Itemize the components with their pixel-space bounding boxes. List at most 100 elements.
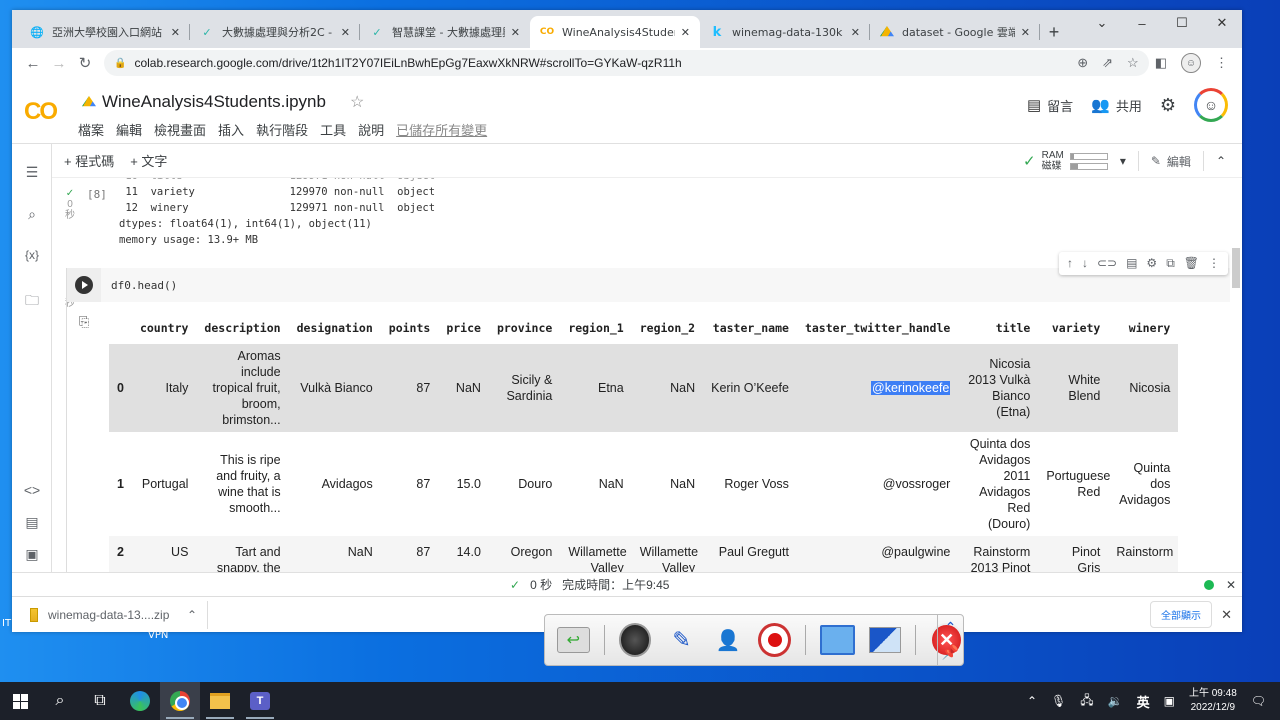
monitor-select-icon[interactable] — [868, 627, 902, 653]
variables-icon[interactable]: {x} — [22, 248, 42, 262]
move-up-icon[interactable]: ↑ — [1067, 256, 1073, 271]
share-page-icon[interactable]: ⇗ — [1102, 55, 1113, 71]
record-icon[interactable] — [758, 623, 792, 657]
menu-runtime[interactable]: 執行階段 — [256, 120, 308, 139]
zoom-icon[interactable]: ⊕ — [1077, 55, 1088, 71]
volume-icon[interactable]: 🔉 — [1108, 694, 1123, 708]
browser-tab-active[interactable]: CO WineAnalysis4Students ✕ — [530, 16, 700, 48]
chevron-up-icon[interactable]: ⌃ — [187, 608, 197, 622]
run-cell-button[interactable] — [67, 268, 101, 302]
code-snippets-icon[interactable]: <> — [22, 482, 42, 498]
download-item[interactable]: winemag-data-13....zip ⌃ — [12, 600, 208, 629]
file-explorer-icon[interactable] — [200, 682, 240, 720]
fullscreen-capture-icon[interactable] — [820, 625, 855, 655]
saved-status[interactable]: 已儲存所有變更 — [396, 120, 487, 139]
close-tab-icon[interactable]: ✕ — [681, 26, 690, 39]
edit-button[interactable]: ✎ 編輯 — [1151, 153, 1191, 170]
webcam-icon[interactable] — [618, 623, 652, 657]
back-icon[interactable]: ← — [20, 55, 46, 72]
start-button[interactable] — [0, 682, 40, 720]
menu-help[interactable]: 說明 — [358, 120, 384, 139]
runtime-dropdown-icon[interactable]: ▾ — [1120, 154, 1126, 168]
cell-settings-icon[interactable]: ⚙ — [1146, 256, 1157, 271]
close-status-icon[interactable]: ✕ — [1226, 578, 1236, 592]
profile-avatar[interactable]: ☺ — [1181, 53, 1201, 73]
account-avatar[interactable]: ☺ — [1194, 88, 1228, 122]
bookmark-star-icon[interactable]: ☆ — [1127, 55, 1139, 71]
add-code-button[interactable]: + 程式碼 — [64, 151, 114, 170]
presenter-icon[interactable]: 👤 — [712, 623, 745, 657]
search-icon[interactable]: ⌕ — [22, 206, 42, 223]
return-icon[interactable]: ↩ — [557, 627, 590, 653]
ime-indicator[interactable]: 英 — [1137, 692, 1150, 711]
browser-tab[interactable]: ✓ 智慧課堂 - 大數據處理與 ✕ — [360, 16, 530, 48]
star-icon[interactable]: ☆ — [350, 92, 364, 112]
browser-tab[interactable]: 🌐 亞洲大學校園入口網站 | A ✕ — [20, 16, 190, 48]
files-folder-icon[interactable]: 🗀 — [22, 290, 42, 314]
ime-mode-icon[interactable]: ▣ — [1164, 694, 1175, 708]
menu-edit[interactable]: 編輯 — [116, 120, 142, 139]
link-icon[interactable]: ⊂⊃ — [1097, 256, 1117, 271]
edge-icon[interactable] — [120, 682, 160, 720]
terminal-icon[interactable]: ▣ — [22, 546, 42, 563]
close-tab-icon[interactable]: ✕ — [511, 26, 520, 39]
comment-button[interactable]: ▤ 留言 — [1027, 96, 1073, 115]
side-panel-icon[interactable]: ◧ — [1155, 55, 1167, 71]
close-tab-icon[interactable]: ✕ — [851, 26, 860, 39]
collapse-header-icon[interactable]: ⌃ — [1216, 154, 1226, 168]
share-button[interactable]: 👥 共用 — [1091, 96, 1142, 115]
show-hidden-icons[interactable]: ⌃ — [1027, 694, 1037, 708]
comment-icon[interactable]: ▤ — [1126, 256, 1137, 271]
table-of-contents-icon[interactable]: ☰ — [22, 164, 42, 181]
menu-insert[interactable]: 插入 — [218, 120, 244, 139]
more-menu-icon[interactable]: ⋮ — [1215, 55, 1228, 71]
microphone-icon[interactable]: 🎙 — [1051, 694, 1066, 708]
pin-icon[interactable]: 📌 — [942, 644, 959, 661]
code-text[interactable]: df0.head() — [111, 279, 177, 292]
notifications-icon[interactable]: 🗨 — [1251, 694, 1266, 708]
output-actions-icon[interactable]: ⎘ — [79, 314, 89, 330]
minimize-icon[interactable]: – — [1122, 10, 1162, 36]
reload-icon[interactable]: ↻ — [72, 54, 98, 72]
new-tab-button[interactable]: + — [1040, 16, 1068, 48]
browser-tab[interactable]: ✓ 大數據處理與分析2C - 亞 ✕ — [190, 16, 360, 48]
maximize-icon[interactable]: ☐ — [1162, 10, 1202, 36]
command-palette-icon[interactable]: ▤ — [22, 514, 42, 531]
clock[interactable]: 上午 09:48 2022/12/9 — [1189, 687, 1237, 715]
notebook-title[interactable]: WineAnalysis4Students.ipynb — [102, 92, 326, 112]
show-all-downloads-button[interactable]: 全部顯示 — [1150, 601, 1212, 628]
close-tab-icon[interactable]: ✕ — [1021, 26, 1030, 39]
browser-tab[interactable]: dataset - Google 雲端硬 ✕ — [870, 16, 1040, 48]
resources-indicator[interactable]: ✓ RAM 磁碟 — [1023, 150, 1108, 172]
menu-file[interactable]: 檔案 — [78, 120, 104, 139]
code-cell[interactable]: ↑ ↓ ⊂⊃ ▤ ⚙ ⧉ 🗑 ⋮ df0.head() ⎘ country de… — [66, 252, 1230, 572]
close-downloads-icon[interactable]: ✕ — [1221, 607, 1232, 623]
close-tab-icon[interactable]: ✕ — [341, 26, 350, 39]
desktop-icon-label[interactable]: IT — [2, 618, 11, 629]
url-field[interactable]: 🔒 colab.research.google.com/drive/1t2h1I… — [104, 50, 1149, 76]
delete-icon[interactable]: 🗑 — [1184, 256, 1199, 271]
teams-icon[interactable]: T — [240, 682, 280, 720]
mirror-cell-icon[interactable]: ⧉ — [1166, 256, 1175, 271]
cell-text: 15.0 — [456, 477, 481, 491]
collapse-icon[interactable]: ⌃ — [945, 619, 957, 636]
add-text-button[interactable]: + 文字 — [130, 151, 167, 170]
search-icon[interactable]: ⌕ — [40, 682, 80, 720]
pencil-icon[interactable]: ✎ — [665, 623, 698, 657]
settings-gear-icon[interactable]: ⚙ — [1160, 95, 1176, 116]
network-icon[interactable]: 🖧 — [1080, 691, 1093, 712]
chrome-icon[interactable] — [160, 682, 200, 720]
menu-tools[interactable]: 工具 — [320, 120, 346, 139]
move-down-icon[interactable]: ↓ — [1082, 256, 1088, 271]
task-view-icon[interactable]: ⧉ — [80, 682, 120, 720]
scrollbar[interactable] — [1232, 248, 1240, 288]
menu-view[interactable]: 檢視畫面 — [154, 120, 206, 139]
colab-logo[interactable]: CO — [24, 98, 58, 126]
cell-input[interactable]: df0.head() — [67, 268, 1230, 302]
browser-tab[interactable]: k winemag-data-130k | K ✕ — [700, 16, 870, 48]
tab-search-icon[interactable]: ⌄ — [1082, 10, 1122, 36]
more-options-icon[interactable]: ⋮ — [1208, 256, 1220, 271]
close-tab-icon[interactable]: ✕ — [171, 26, 180, 39]
close-window-icon[interactable]: ✕ — [1202, 10, 1242, 36]
forward-icon[interactable]: → — [46, 55, 72, 72]
